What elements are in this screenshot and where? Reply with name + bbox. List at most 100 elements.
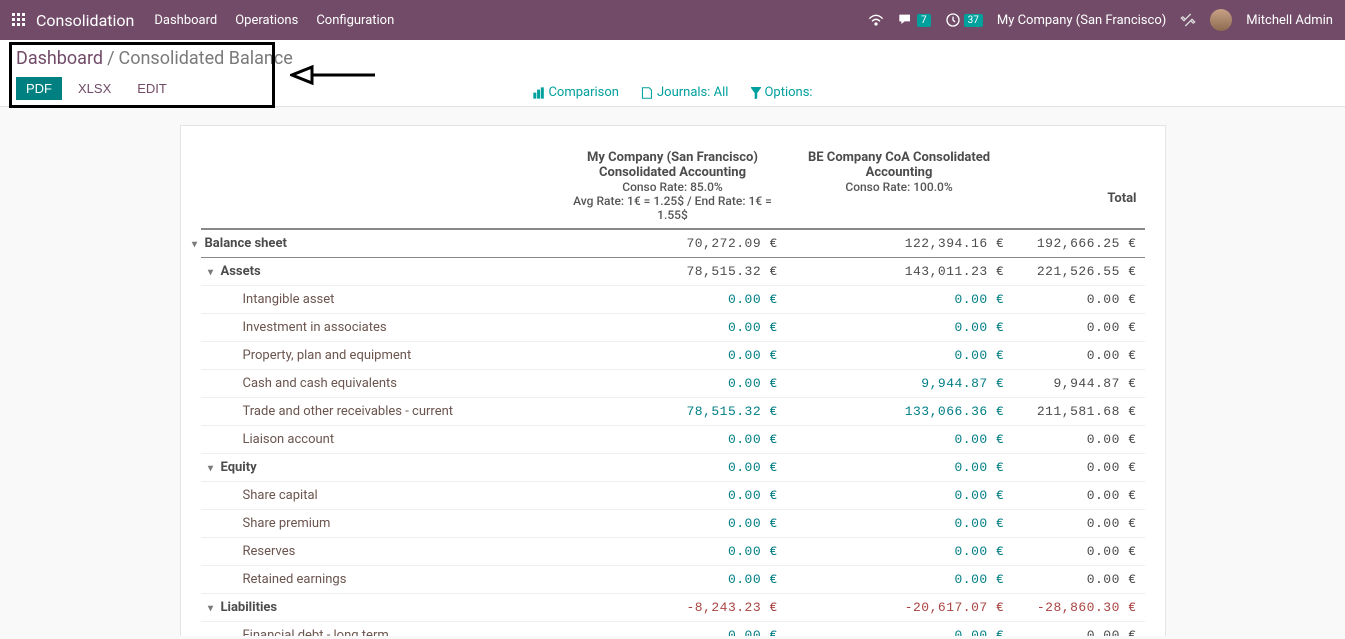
row-total: 0.00 € xyxy=(1012,314,1144,342)
row-value-1[interactable]: 0.00 € xyxy=(559,342,786,370)
table-row[interactable]: Reserves0.00 €0.00 €0.00 € xyxy=(201,538,1145,566)
row-value-2[interactable]: 0.00 € xyxy=(786,286,1013,314)
row-label[interactable]: Financial debt - long term xyxy=(201,622,560,637)
nav-menu: Dashboard Operations Configuration xyxy=(154,13,394,28)
table-row[interactable]: Share capital0.00 €0.00 €0.00 € xyxy=(201,482,1145,510)
xlsx-button[interactable]: XLSX xyxy=(68,77,121,100)
table-row[interactable]: Assets78,515.32 €143,011.23 €221,526.55 … xyxy=(201,258,1145,286)
table-row[interactable]: Property, plan and equipment0.00 €0.00 €… xyxy=(201,342,1145,370)
row-label[interactable]: Intangible asset xyxy=(201,286,560,314)
breadcrumb-sep: / xyxy=(107,48,114,69)
row-value-1[interactable]: 0.00 € xyxy=(559,426,786,454)
row-label[interactable]: Investment in associates xyxy=(201,314,560,342)
table-row[interactable]: Investment in associates0.00 €0.00 €0.00… xyxy=(201,314,1145,342)
row-value-2[interactable]: 9,944.87 € xyxy=(786,370,1013,398)
apps-icon[interactable] xyxy=(12,13,26,27)
row-value-2[interactable]: 0.00 € xyxy=(786,510,1013,538)
row-value-1[interactable]: 0.00 € xyxy=(559,510,786,538)
row-total: 0.00 € xyxy=(1012,454,1144,482)
row-value-1[interactable]: 0.00 € xyxy=(559,538,786,566)
options-option[interactable]: Options: xyxy=(750,85,812,100)
journals-option[interactable]: Journals: All xyxy=(641,85,728,100)
row-total: 0.00 € xyxy=(1012,482,1144,510)
row-label[interactable]: Liabilities xyxy=(201,594,560,622)
row-value-2[interactable]: 0.00 € xyxy=(786,566,1013,594)
row-value-2[interactable]: 0.00 € xyxy=(786,622,1013,637)
header-total: Total xyxy=(1012,144,1144,229)
row-value-2[interactable]: 0.00 € xyxy=(786,454,1013,482)
edit-button[interactable]: EDIT xyxy=(127,77,177,100)
activity-icon[interactable]: 37 xyxy=(945,12,983,28)
row-value-2[interactable]: 0.00 € xyxy=(786,426,1013,454)
row-label[interactable]: Assets xyxy=(201,258,560,286)
table-row[interactable]: Trade and other receivables - current78,… xyxy=(201,398,1145,426)
nav-dashboard[interactable]: Dashboard xyxy=(154,13,217,28)
breadcrumb-current: Consolidated Balance xyxy=(119,48,293,69)
row-value-2: 143,011.23 € xyxy=(786,258,1013,286)
comparison-option[interactable]: Comparison xyxy=(532,85,619,100)
settings-icon[interactable] xyxy=(1180,12,1196,28)
row-value-1[interactable]: 0.00 € xyxy=(559,314,786,342)
row-value-1[interactable]: 0.00 € xyxy=(559,370,786,398)
row-value-1[interactable]: 0.00 € xyxy=(559,566,786,594)
main[interactable]: My Company (San Francisco) Consolidated … xyxy=(0,107,1345,636)
row-label[interactable]: Retained earnings xyxy=(201,566,560,594)
table-row[interactable]: Share premium0.00 €0.00 €0.00 € xyxy=(201,510,1145,538)
table-row[interactable]: Liaison account0.00 €0.00 €0.00 € xyxy=(201,426,1145,454)
avatar[interactable] xyxy=(1210,9,1232,31)
row-value-1[interactable]: 0.00 € xyxy=(559,454,786,482)
row-value-2[interactable]: 133,066.36 € xyxy=(786,398,1013,426)
table-row[interactable]: Balance sheet70,272.09 €122,394.16 €192,… xyxy=(201,229,1145,258)
discuss-badge: 7 xyxy=(917,14,931,27)
company-switcher[interactable]: My Company (San Francisco) xyxy=(997,13,1166,28)
row-label[interactable]: Share premium xyxy=(201,510,560,538)
caret-icon[interactable] xyxy=(189,236,201,251)
table-row[interactable]: Retained earnings0.00 €0.00 €0.00 € xyxy=(201,566,1145,594)
table-body: Balance sheet70,272.09 €122,394.16 €192,… xyxy=(201,229,1145,636)
report-table: My Company (San Francisco) Consolidated … xyxy=(201,144,1145,636)
row-label[interactable]: Property, plan and equipment xyxy=(201,342,560,370)
row-total: 9,944.87 € xyxy=(1012,370,1144,398)
header-col2: BE Company CoA Consolidated Accounting C… xyxy=(786,144,1013,229)
row-value-2[interactable]: 0.00 € xyxy=(786,482,1013,510)
pdf-button[interactable]: PDF xyxy=(16,77,62,100)
row-label[interactable]: Trade and other receivables - current xyxy=(201,398,560,426)
journals-label: Journals: All xyxy=(657,85,728,100)
table-row[interactable]: Cash and cash equivalents0.00 €9,944.87 … xyxy=(201,370,1145,398)
table-row[interactable]: Liabilities-8,243.23 €-20,617.07 €-28,86… xyxy=(201,594,1145,622)
row-total: 0.00 € xyxy=(1012,510,1144,538)
nav-operations[interactable]: Operations xyxy=(235,13,298,28)
row-value-2[interactable]: 0.00 € xyxy=(786,314,1013,342)
row-value-2[interactable]: 0.00 € xyxy=(786,538,1013,566)
row-total: 0.00 € xyxy=(1012,426,1144,454)
wifi-icon[interactable] xyxy=(868,13,884,27)
row-value-2[interactable]: 0.00 € xyxy=(786,342,1013,370)
row-label-text: Share capital xyxy=(243,488,318,503)
header-col1-avg: Avg Rate: 1€ = 1.25$ / End Rate: 1€ = 1.… xyxy=(567,194,778,222)
caret-icon[interactable] xyxy=(205,264,217,279)
row-label[interactable]: Share capital xyxy=(201,482,560,510)
row-label[interactable]: Balance sheet xyxy=(201,229,560,258)
row-label[interactable]: Cash and cash equivalents xyxy=(201,370,560,398)
caret-icon[interactable] xyxy=(205,600,217,615)
breadcrumb-root[interactable]: Dashboard xyxy=(16,48,103,69)
row-label[interactable]: Liaison account xyxy=(201,426,560,454)
row-value-1[interactable]: 0.00 € xyxy=(559,286,786,314)
row-label[interactable]: Reserves xyxy=(201,538,560,566)
table-row[interactable]: Intangible asset0.00 €0.00 €0.00 € xyxy=(201,286,1145,314)
header-col1-rate: Conso Rate: 85.0% xyxy=(567,180,778,194)
row-value-1[interactable]: 0.00 € xyxy=(559,482,786,510)
row-value-1[interactable]: 0.00 € xyxy=(559,622,786,637)
row-label-text: Balance sheet xyxy=(205,236,287,251)
row-label[interactable]: Equity xyxy=(201,454,560,482)
table-row[interactable]: Financial debt - long term0.00 €0.00 €0.… xyxy=(201,622,1145,637)
table-header-row: My Company (San Francisco) Consolidated … xyxy=(201,144,1145,229)
nav-configuration[interactable]: Configuration xyxy=(316,13,394,28)
brand[interactable]: Consolidation xyxy=(36,11,134,30)
discuss-icon[interactable]: 7 xyxy=(898,13,931,27)
row-value-2: 122,394.16 € xyxy=(786,229,1013,258)
user-name[interactable]: Mitchell Admin xyxy=(1246,13,1333,28)
row-value-1[interactable]: 78,515.32 € xyxy=(559,398,786,426)
table-row[interactable]: Equity0.00 €0.00 €0.00 € xyxy=(201,454,1145,482)
caret-icon[interactable] xyxy=(205,460,217,475)
